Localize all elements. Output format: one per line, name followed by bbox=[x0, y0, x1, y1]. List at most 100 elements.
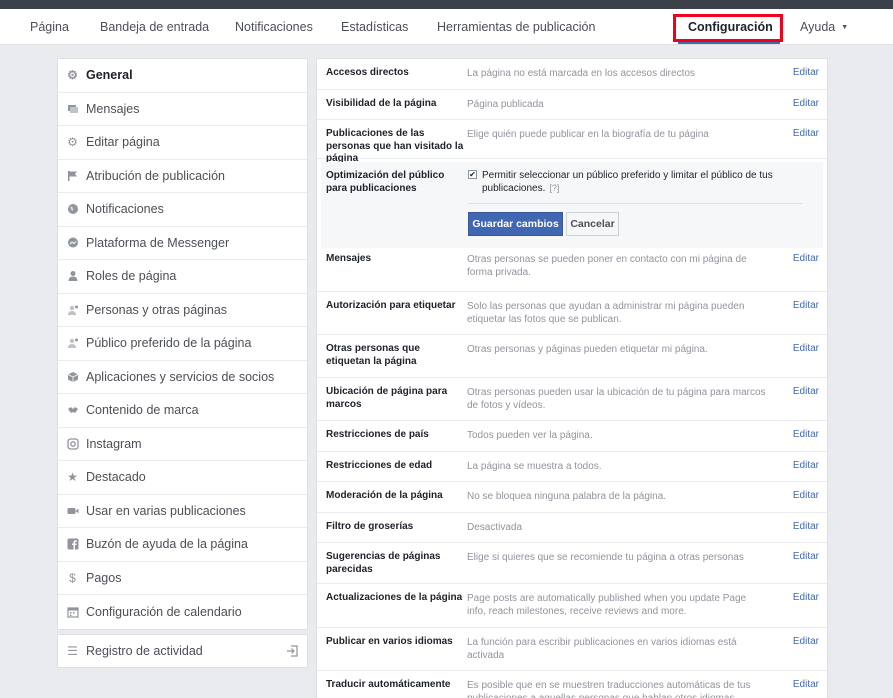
sidebar-item-destacado[interactable]: ★ Destacado bbox=[58, 461, 307, 495]
sidebar-item-label: Mensajes bbox=[86, 101, 140, 116]
settings-row-label: Ubicación de página para marcos bbox=[326, 386, 448, 410]
edit-link[interactable]: Editar bbox=[793, 67, 819, 78]
sidebar-item-calendario[interactable]: Configuración de calendario bbox=[58, 595, 307, 629]
sidebar-item-label: Personas y otras páginas bbox=[86, 302, 228, 317]
facebook-icon bbox=[66, 538, 79, 551]
edit-link[interactable]: Editar bbox=[793, 490, 819, 501]
settings-row-label: Autorización para etiquetar bbox=[326, 300, 456, 311]
sidebar-item-general[interactable]: ⚙ General bbox=[58, 59, 307, 93]
sidebar-item-label: Roles de página bbox=[86, 269, 177, 284]
settings-row-ubicacion-marcos: Ubicación de página para marcos Otras pe… bbox=[317, 378, 827, 421]
sidebar-item-registro-actividad[interactable]: ☰ Registro de actividad bbox=[58, 635, 307, 667]
settings-row-label: Restricciones de país bbox=[326, 429, 429, 440]
settings-row-value: La función para escribir publicaciones e… bbox=[467, 637, 737, 661]
sidebar-item-editar-pagina[interactable]: ⚙ Editar página bbox=[58, 126, 307, 160]
settings-row-restricciones-edad: Restricciones de edad La página se muest… bbox=[317, 452, 827, 482]
sidebar-item-varias-publicaciones[interactable]: Usar en varias publicaciones bbox=[58, 495, 307, 528]
caret-down-icon: ▼ bbox=[841, 23, 849, 31]
edit-link[interactable]: Editar bbox=[793, 636, 819, 647]
nav-bandeja-entrada[interactable]: Bandeja de entrada bbox=[100, 9, 209, 45]
edit-link[interactable]: Editar bbox=[793, 460, 819, 471]
settings-row-mensajes: Mensajes Otras personas se pueden poner … bbox=[317, 249, 827, 292]
star-icon: ★ bbox=[67, 470, 78, 485]
page-top-navigation: Página Bandeja de entrada Notificaciones… bbox=[0, 9, 893, 45]
sidebar-item-contenido-marca[interactable]: Contenido de marca bbox=[58, 394, 307, 428]
person-star-icon bbox=[66, 303, 79, 316]
active-tab-indicator bbox=[678, 41, 780, 44]
nav-notificaciones[interactable]: Notificaciones bbox=[235, 9, 313, 45]
edit-link[interactable]: Editar bbox=[793, 300, 819, 311]
sidebar-item-publico-preferido[interactable]: Público preferido de la página bbox=[58, 327, 307, 361]
sidebar-item-label: Usar en varias publicaciones bbox=[86, 503, 246, 518]
settings-row-value: Todos pueden ver la página. bbox=[467, 430, 593, 441]
settings-row-label: Publicar en varios idiomas bbox=[326, 636, 453, 647]
sidebar-item-instagram[interactable]: Instagram bbox=[58, 428, 307, 461]
edit-link[interactable]: Editar bbox=[793, 386, 819, 397]
settings-row-label: Visibilidad de la página bbox=[326, 98, 437, 109]
settings-row-otras-etiquetan: Otras personas que etiquetan la página O… bbox=[317, 335, 827, 378]
audience-optimization-description: Permitir seleccionar un público preferid… bbox=[482, 170, 773, 194]
person-star-icon bbox=[66, 337, 79, 350]
edit-link[interactable]: Editar bbox=[793, 592, 819, 603]
nav-configuracion[interactable]: Configuración bbox=[688, 9, 773, 45]
sidebar-item-notificaciones[interactable]: Notificaciones bbox=[58, 193, 307, 227]
settings-row-filtro-groserias: Filtro de groserías Desactivada Editar bbox=[317, 513, 827, 543]
edit-link[interactable]: Editar bbox=[793, 551, 819, 562]
audience-optimization-checkbox[interactable]: ✔ bbox=[468, 170, 477, 179]
edit-link[interactable]: Editar bbox=[793, 343, 819, 354]
settings-row-value: Página publicada bbox=[467, 99, 544, 110]
person-icon bbox=[66, 270, 79, 283]
sidebar-item-messenger[interactable]: Plataforma de Messenger bbox=[58, 227, 307, 260]
settings-row-publicaciones-visitantes: Publicaciones de las personas que han vi… bbox=[317, 120, 827, 164]
settings-row-label: Restricciones de edad bbox=[326, 460, 433, 471]
sidebar-item-label: Aplicaciones y servicios de socios bbox=[86, 369, 275, 384]
sidebar-item-label: Notificaciones bbox=[86, 202, 164, 217]
sidebar-item-roles-pagina[interactable]: Roles de página bbox=[58, 260, 307, 294]
edit-link[interactable]: Editar bbox=[793, 128, 819, 139]
help-link[interactable]: [?] bbox=[549, 183, 559, 193]
sidebar-item-pagos[interactable]: $ Pagos bbox=[58, 562, 307, 595]
sidebar-item-atribucion-publicacion[interactable]: Atribución de publicación bbox=[58, 160, 307, 193]
nav-ayuda[interactable]: Ayuda ▼ bbox=[800, 9, 848, 45]
nav-herramientas-publicacion[interactable]: Herramientas de publicación bbox=[437, 9, 595, 45]
nav-pagina[interactable]: Página bbox=[30, 9, 69, 45]
edit-link[interactable]: Editar bbox=[793, 429, 819, 440]
login-icon[interactable] bbox=[286, 645, 298, 657]
settings-row-label: Actualizaciones de la página bbox=[326, 592, 463, 603]
edit-link[interactable]: Editar bbox=[793, 521, 819, 532]
settings-row-value: Page posts are automatically published w… bbox=[467, 593, 747, 617]
settings-row-value: Otras personas pueden usar la ubicación … bbox=[467, 387, 766, 411]
dollar-icon: $ bbox=[69, 570, 76, 585]
edit-link[interactable]: Editar bbox=[793, 679, 819, 690]
instagram-icon bbox=[66, 437, 79, 450]
save-changes-button[interactable]: Guardar cambios bbox=[468, 212, 563, 236]
sidebar-item-label: Destacado bbox=[86, 470, 146, 485]
list-icon: ☰ bbox=[67, 644, 78, 658]
sidebar-item-buzon-ayuda[interactable]: Buzón de ayuda de la página bbox=[58, 528, 307, 562]
nav-estadisticas[interactable]: Estadísticas bbox=[341, 9, 408, 45]
activity-log-panel: ☰ Registro de actividad bbox=[57, 634, 308, 668]
settings-row-value: Elige si quieres que se recomiende tu pá… bbox=[467, 552, 744, 563]
settings-row-moderacion: Moderación de la página No se bloquea ni… bbox=[317, 482, 827, 513]
settings-row-sugerencias-paginas: Sugerencias de páginas parecidas Elige s… bbox=[317, 543, 827, 584]
sidebar-item-personas-otras-paginas[interactable]: Personas y otras páginas bbox=[58, 294, 307, 327]
flag-icon bbox=[66, 169, 79, 182]
settings-row-traducir: Traducir automáticamente Es posible que … bbox=[317, 671, 827, 698]
sidebar-item-label: Pagos bbox=[86, 570, 122, 585]
settings-row-label: Publicaciones de las personas que han vi… bbox=[326, 128, 464, 164]
top-strip bbox=[0, 0, 893, 9]
sidebar-item-mensajes[interactable]: Mensajes bbox=[58, 93, 307, 126]
sidebar-item-label: Instagram bbox=[86, 436, 142, 451]
settings-row-value: Solo las personas que ayudan a administr… bbox=[467, 301, 745, 325]
settings-row-value: Desactivada bbox=[467, 522, 523, 533]
edit-link[interactable]: Editar bbox=[793, 98, 819, 109]
globe-icon bbox=[66, 203, 79, 216]
cancel-button[interactable]: Cancelar bbox=[566, 212, 619, 236]
sidebar-item-label: Público preferido de la página bbox=[86, 336, 252, 351]
divider bbox=[468, 203, 802, 204]
sidebar-item-aplicaciones-servicios[interactable]: Aplicaciones y servicios de socios bbox=[58, 361, 307, 394]
edit-link[interactable]: Editar bbox=[793, 253, 819, 264]
settings-row-value: La página no está marcada en los accesos… bbox=[467, 68, 695, 79]
nav-ayuda-label: Ayuda bbox=[800, 20, 836, 34]
settings-row-restricciones-pais: Restricciones de país Todos pueden ver l… bbox=[317, 421, 827, 452]
